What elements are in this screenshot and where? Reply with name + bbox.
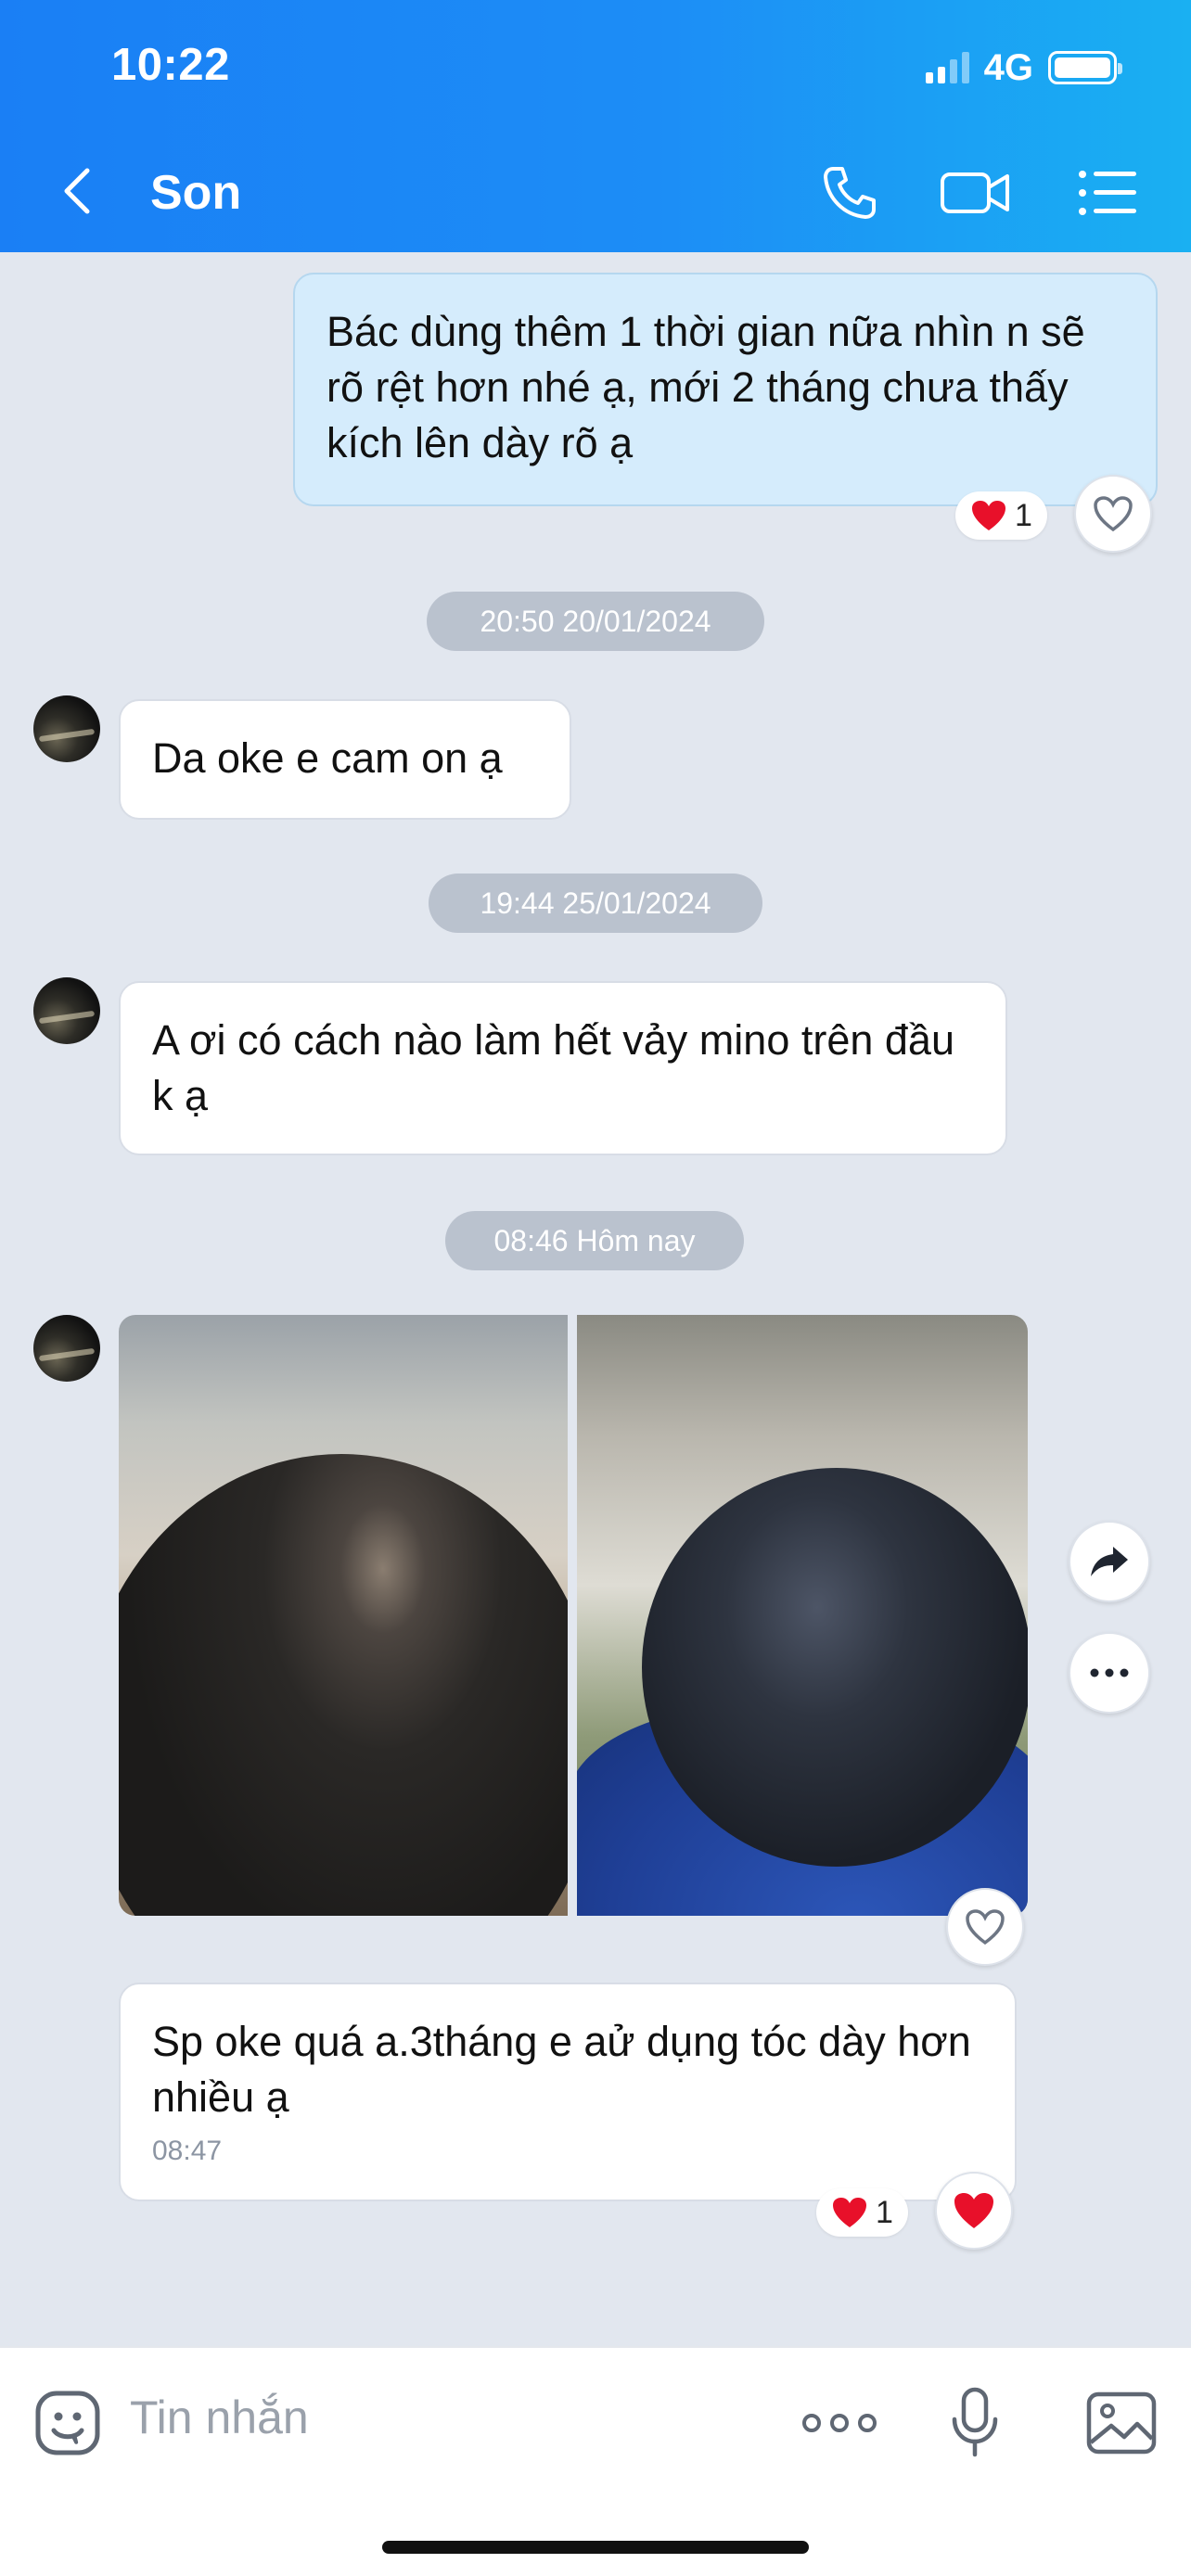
phone-icon[interactable] xyxy=(813,156,887,230)
share-icon[interactable] xyxy=(1069,1521,1150,1602)
back-icon[interactable] xyxy=(52,163,108,219)
heart-outline-icon[interactable] xyxy=(1074,475,1152,553)
reaction-count: 1 xyxy=(876,2194,893,2230)
battery-icon xyxy=(1048,51,1122,84)
status-indicators: 4G xyxy=(925,45,1122,91)
avatar[interactable] xyxy=(33,695,100,762)
chat-header: 10:22 4G Son xyxy=(0,0,1191,252)
date-separator: 19:44 25/01/2024 xyxy=(429,874,762,933)
message-time: 08:47 xyxy=(152,2136,223,2166)
reaction-count: 1 xyxy=(1015,497,1032,533)
message-composer: Tin nhắn xyxy=(0,2346,1191,2576)
message-bubble-incoming[interactable]: A ơi có cách nào làm hết vảy mino trên đ… xyxy=(119,981,1007,1155)
image-icon[interactable] xyxy=(1080,2381,1163,2465)
message-text: Bác dùng thêm 1 thời gian nữa nhìn n sẽ … xyxy=(327,308,1085,466)
date-separator: 08:46 Hôm nay xyxy=(445,1211,744,1270)
network-label: 4G xyxy=(983,46,1033,88)
message-bubble-incoming[interactable]: Da oke e cam on ạ xyxy=(119,699,571,820)
reaction-badge[interactable]: 1 xyxy=(955,491,1047,540)
avatar[interactable] xyxy=(33,977,100,1044)
heart-outline-icon[interactable] xyxy=(946,1888,1024,1966)
home-indicator xyxy=(382,2541,809,2554)
menu-list-icon[interactable] xyxy=(1070,156,1145,230)
avatar[interactable] xyxy=(33,1315,100,1382)
heart-icon xyxy=(970,499,1007,532)
message-text: Da oke e cam on ạ xyxy=(152,734,503,782)
message-bubble-incoming[interactable]: Sp oke quá a.3tháng e aử dụng tóc dày hơ… xyxy=(119,1983,1017,2201)
message-input[interactable]: Tin nhắn xyxy=(130,2391,309,2444)
sticker-icon[interactable] xyxy=(26,2381,109,2465)
status-time: 10:22 xyxy=(111,40,230,90)
more-icon[interactable] xyxy=(1069,1632,1150,1714)
microphone-icon[interactable] xyxy=(933,2381,1017,2465)
contact-name[interactable]: Son xyxy=(150,165,241,221)
photo-after[interactable] xyxy=(577,1315,1028,1916)
reaction-badge[interactable]: 1 xyxy=(816,2188,908,2237)
signal-icon xyxy=(925,52,969,83)
message-bubble-outgoing[interactable]: Bác dùng thêm 1 thời gian nữa nhìn n sẽ … xyxy=(293,273,1158,506)
video-call-icon[interactable] xyxy=(939,156,1013,230)
photo-before[interactable] xyxy=(119,1315,568,1916)
message-text: A ơi có cách nào làm hết vảy mino trên đ… xyxy=(152,1016,954,1119)
date-separator: 20:50 20/01/2024 xyxy=(427,592,764,651)
heart-icon[interactable] xyxy=(935,2172,1013,2250)
message-text: Sp oke quá a.3tháng e aử dụng tóc dày hơ… xyxy=(152,2018,971,2121)
heart-icon xyxy=(831,2196,868,2229)
more-options-icon[interactable] xyxy=(798,2381,881,2465)
